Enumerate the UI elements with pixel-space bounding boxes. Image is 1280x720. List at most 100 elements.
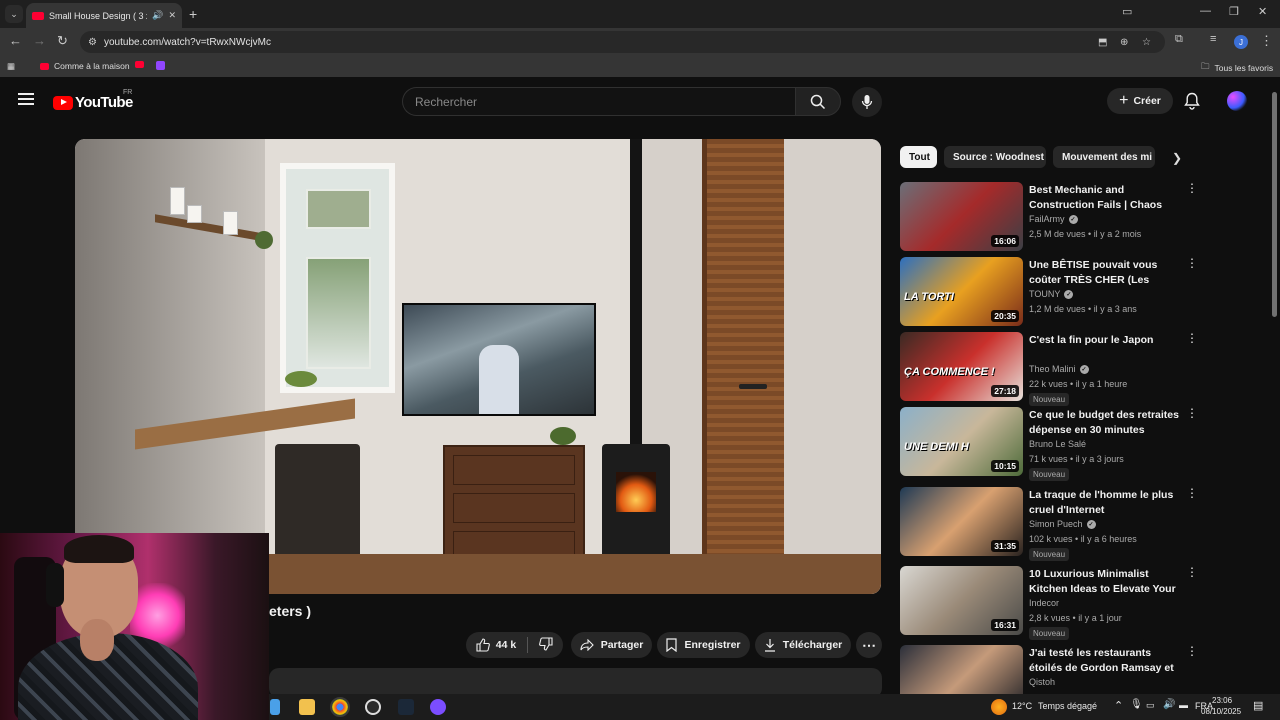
microphone-tray-icon[interactable]: 🎙	[1130, 699, 1143, 710]
steam-icon[interactable]	[398, 699, 414, 715]
profile-icon[interactable]: J	[1234, 35, 1248, 49]
recommendation-title[interactable]: Best Mechanic and Construction Fails | C…	[1029, 183, 1179, 213]
dislike-button[interactable]	[539, 636, 553, 654]
create-button[interactable]: + Créer	[1107, 88, 1173, 114]
hamburger-menu-icon[interactable]	[18, 93, 34, 105]
start-icon[interactable]	[270, 699, 280, 715]
network-icon[interactable]: ▭	[1146, 700, 1155, 711]
share-button[interactable]: Partager	[571, 632, 652, 658]
chip-movement[interactable]: Mouvement des mi	[1053, 146, 1155, 168]
obs-icon[interactable]	[365, 699, 381, 715]
file-explorer-icon[interactable]	[299, 699, 315, 715]
recommendation-card[interactable]: 16:06 Best Mechanic and Construction Fail…	[900, 182, 1198, 252]
more-actions-button[interactable]: ⋯	[856, 632, 882, 658]
bookmark-star-icon[interactable]: ☆	[1142, 37, 1151, 48]
close-tab-icon[interactable]: ✕	[168, 10, 176, 21]
video-thumbnail[interactable]: 16:06	[900, 182, 1023, 251]
create-label: Créer	[1133, 95, 1161, 107]
install-icon[interactable]: ⬒	[1098, 37, 1107, 48]
chip-source[interactable]: Source : Woodnest	[944, 146, 1046, 168]
more-vertical-icon[interactable]: ⋮	[1186, 487, 1198, 499]
recommendation-title[interactable]: Une BÊTISE pouvait vous coûter TRÈS CHER…	[1029, 258, 1179, 288]
more-vertical-icon[interactable]: ⋮	[1186, 566, 1198, 578]
video-thumbnail[interactable]: UNE DEMI H 10:15	[900, 407, 1023, 476]
recommendation-title[interactable]: 10 Luxurious Minimalist Kitchen Ideas to…	[1029, 567, 1179, 597]
chevron-right-icon[interactable]: ❯	[1172, 151, 1182, 165]
more-vertical-icon[interactable]: ⋮	[1186, 332, 1198, 344]
more-vertical-icon[interactable]: ⋮	[1186, 645, 1198, 657]
search-button[interactable]	[795, 87, 841, 116]
battery-icon[interactable]: ▬	[1179, 700, 1188, 710]
video-thumbnail[interactable]: 31:35	[900, 487, 1023, 556]
video-thumbnail[interactable]: LA TORTI 20:35	[900, 257, 1023, 326]
reading-list-icon[interactable]: ≡	[1210, 33, 1216, 45]
recommendation-title[interactable]: La traque de l'homme le plus cruel d'Int…	[1029, 488, 1179, 517]
clock-date[interactable]: 08/10/2025	[1201, 707, 1241, 716]
zoom-icon[interactable]: ⊕	[1120, 37, 1128, 48]
voice-search-button[interactable]	[852, 87, 882, 117]
more-vertical-icon[interactable]: ⋮	[1186, 257, 1198, 269]
extensions-icon[interactable]: ⧉	[1175, 33, 1183, 46]
video-meta: 1,2 M de vues • il y a 3 ans	[1029, 304, 1137, 314]
chip-all[interactable]: Tout	[900, 146, 937, 168]
minimize-icon[interactable]: —	[1200, 5, 1211, 17]
more-vertical-icon[interactable]: ⋮	[1186, 407, 1198, 419]
url-bar[interactable]: ⚙ youtube.com/watch?v=tRwxNWcjvMc ⬒ ⊕ ☆	[80, 31, 1165, 53]
recommendation-title[interactable]: C'est la fin pour le Japon	[1029, 333, 1179, 348]
chevron-up-icon[interactable]: ⌃	[1114, 699, 1123, 712]
channel-name[interactable]: Qistoh	[1029, 677, 1055, 687]
channel-name[interactable]: Theo Malini ✓	[1029, 364, 1089, 374]
restore-icon[interactable]: ❐	[1229, 5, 1239, 18]
video-thumbnail[interactable]: ÇA COMMENCE ! 27:18	[900, 332, 1023, 401]
bookmark-youtube[interactable]	[135, 61, 144, 68]
recommendation-card[interactable]: ÇA COMMENCE ! 27:18 C'est la fin pour le J…	[900, 332, 1198, 406]
search-input[interactable]: Rechercher	[402, 87, 795, 116]
video-meta: 2,8 k vues • il y a 1 jour	[1029, 613, 1122, 623]
channel-name[interactable]: FailArmy ✓	[1029, 214, 1078, 224]
download-button[interactable]: Télécharger	[755, 632, 851, 658]
speaker-icon[interactable]: 🔊	[152, 10, 163, 21]
clock-time[interactable]: 23:06	[1212, 696, 1232, 705]
notifications-icon[interactable]: ▤	[1253, 699, 1263, 712]
bookmark-twitch[interactable]	[156, 61, 165, 70]
all-bookmarks[interactable]: 🗀 Tous les favoris	[1201, 61, 1273, 75]
page-scrollbar[interactable]	[1272, 92, 1277, 317]
channel-name[interactable]: Bruno Le Salé	[1029, 439, 1086, 449]
share-icon	[580, 639, 594, 651]
recommendation-card[interactable]: 16:31 10 Luxurious Minimalist Kitchen Ide…	[900, 566, 1198, 640]
like-button[interactable]: 44 k	[476, 638, 516, 652]
menu-kebab-icon[interactable]: ⋮	[1260, 33, 1273, 49]
back-icon[interactable]: ←	[9, 33, 22, 48]
close-window-icon[interactable]: ✕	[1258, 5, 1267, 18]
recommendation-card[interactable]: LA TORTI 20:35 Une BÊTISE pouvait vous coû…	[900, 257, 1198, 327]
reload-icon[interactable]: ↻	[57, 33, 68, 49]
channel-name[interactable]: TOUNY ✓	[1029, 289, 1074, 299]
youtube-logo[interactable]: YouTube	[53, 94, 133, 111]
notifications-bell-icon[interactable]	[1184, 92, 1200, 115]
forward-icon[interactable]: →	[33, 33, 46, 48]
app-icon[interactable]	[430, 699, 446, 715]
recommendation-card[interactable]: UNE DEMI H 10:15 Ce que le budget des retr…	[900, 407, 1198, 481]
video-thumbnail[interactable]: 16:31	[900, 566, 1023, 635]
channel-name[interactable]: Simon Puech ✓	[1029, 519, 1096, 529]
view-count: 2,5 M de vues	[1029, 229, 1086, 239]
upload-age: il y a 1 jour	[1078, 613, 1122, 623]
recommendation-card[interactable]: 31:35 La traque de l'homme le plus cruel …	[900, 487, 1198, 561]
temperature: 12°C	[1012, 701, 1033, 711]
browser-tab-active[interactable]: Small House Design ( 3 x 7 🔊 ✕	[26, 3, 182, 28]
tab-search-icon[interactable]: ⌄	[5, 5, 23, 23]
more-vertical-icon[interactable]: ⋮	[1186, 182, 1198, 194]
video-player[interactable]	[75, 139, 881, 594]
bookmark-comme-a-la-maison[interactable]: Comme à la maison	[40, 61, 130, 71]
site-info-icon[interactable]: ⚙	[88, 37, 97, 48]
cast-icon[interactable]: ▭	[1122, 5, 1132, 18]
recommendation-title[interactable]: Ce que le budget des retraites dépense e…	[1029, 408, 1179, 437]
save-button[interactable]: Enregistrer	[657, 632, 750, 658]
channel-name[interactable]: Indecor	[1029, 598, 1059, 608]
new-tab-icon[interactable]: +	[189, 6, 197, 22]
account-avatar[interactable]	[1227, 91, 1247, 111]
volume-icon[interactable]: 🔊	[1163, 699, 1175, 710]
recommendation-title[interactable]: J'ai testé les restaurants étoilés de Go…	[1029, 646, 1179, 676]
apps-grid-icon[interactable]: ▦	[7, 61, 15, 72]
chrome-icon[interactable]	[330, 697, 350, 717]
